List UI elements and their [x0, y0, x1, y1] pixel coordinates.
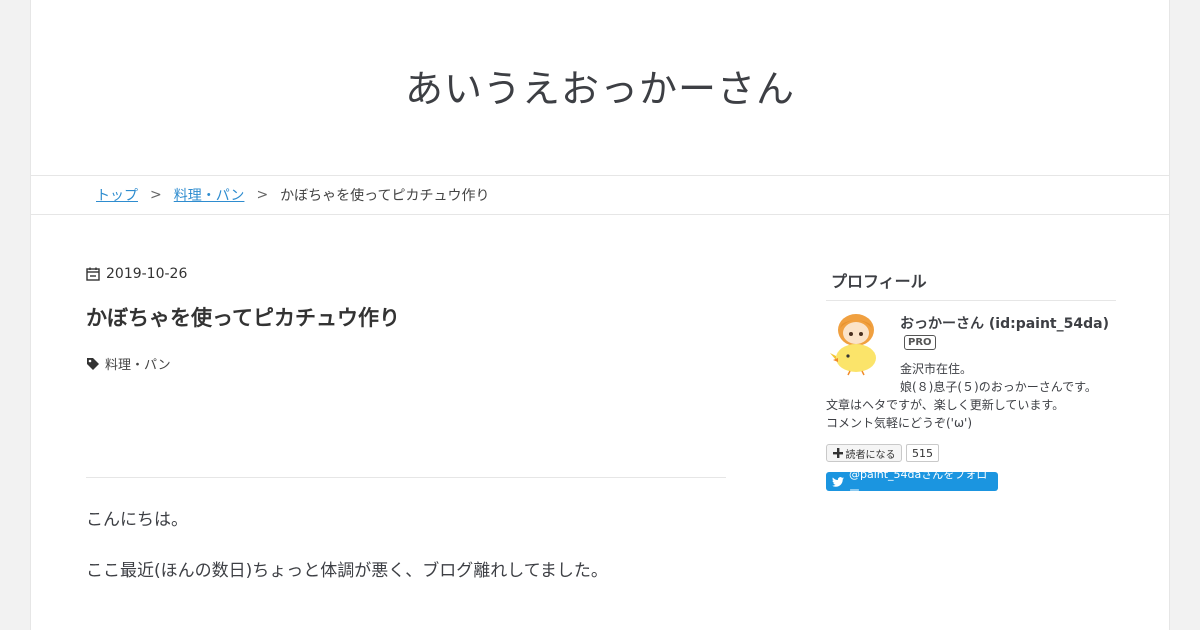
- breadcrumb-separator: >: [150, 187, 162, 203]
- profile-bio-line: コメント気軽にどうぞ('ω'): [826, 416, 973, 430]
- entry-title[interactable]: かぼちゃを使ってピカチュウ作り: [86, 302, 400, 332]
- entry-paragraph: こんにちは。: [86, 510, 188, 530]
- calendar-icon: [86, 267, 100, 281]
- page-container: あいうえおっかーさん トップ > 料理・パン > かぼちゃを使ってピカチュウ作り…: [30, 0, 1170, 630]
- twitter-follow-button[interactable]: @paint_54daさんをフォロー: [826, 468, 998, 497]
- blog-title[interactable]: あいうえおっかーさん: [31, 58, 1169, 113]
- plus-icon: [832, 448, 843, 458]
- profile-bio-line: 文章はヘタですが、楽しく更新しています。: [826, 398, 1065, 412]
- subscribe-button[interactable]: 読者になる: [826, 444, 902, 462]
- breadcrumb-current: かぼちゃを使ってピカチュウ作り: [280, 188, 490, 204]
- sidebar-profile-heading: プロフィール: [826, 268, 1116, 301]
- entry-date-text: 2019-10-26: [106, 266, 188, 282]
- entry-category[interactable]: 料理・パン: [86, 354, 171, 373]
- pro-badge: PRO: [904, 335, 936, 350]
- tag-icon: [87, 357, 99, 370]
- profile-avatar[interactable]: [826, 310, 886, 376]
- breadcrumb-home-link[interactable]: トップ: [96, 185, 138, 205]
- entry-category-label: 料理・パン: [105, 358, 171, 373]
- breadcrumb: トップ > 料理・パン > かぼちゃを使ってピカチュウ作り: [31, 175, 1169, 215]
- breadcrumb-category-link[interactable]: 料理・パン: [174, 185, 245, 205]
- twitter-bird-icon: [832, 476, 844, 487]
- entry-date[interactable]: 2019-10-26: [86, 266, 187, 282]
- profile-bio-line: 金沢市在住。: [900, 362, 973, 376]
- profile-bio-line: 娘(８)息子(５)のおっかーさんです。: [900, 380, 1097, 394]
- content-divider: [86, 477, 726, 478]
- subscriber-count: 515: [906, 444, 939, 462]
- subscribe-button-label: 読者になる: [845, 449, 896, 461]
- breadcrumb-separator: >: [256, 187, 269, 203]
- twitter-follow-label: @paint_54daさんをフォロー: [848, 467, 988, 497]
- profile-name[interactable]: おっかーさん (id:paint_54da): [900, 313, 1109, 333]
- entry-paragraph: ここ最近(ほんの数日)ちょっと体調が悪く、ブログ離れしてました。: [86, 561, 608, 581]
